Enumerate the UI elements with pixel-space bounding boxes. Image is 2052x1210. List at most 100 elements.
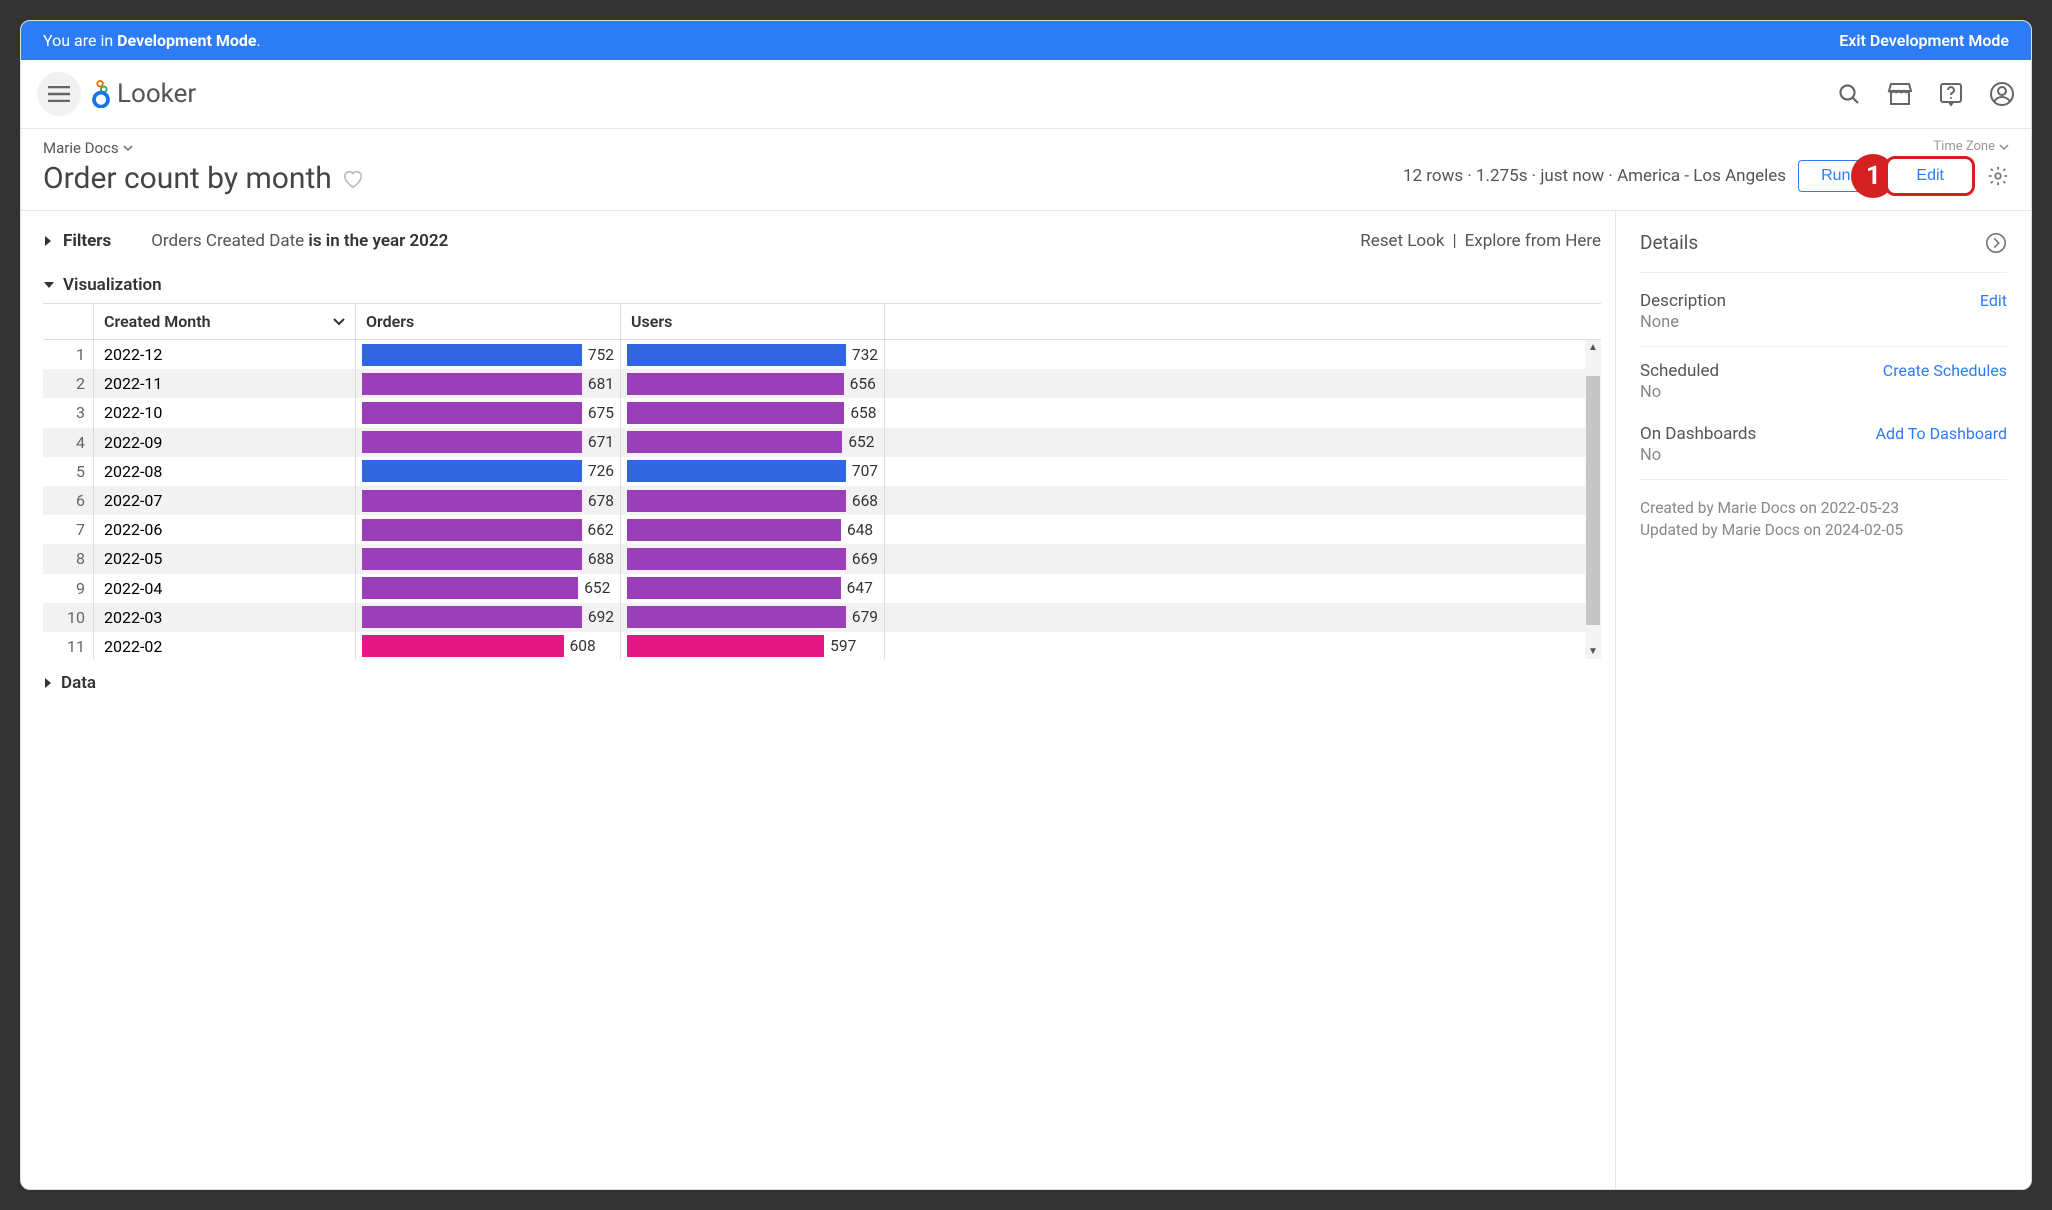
bar-value: 668 bbox=[852, 492, 878, 510]
table-row: 62022-07 678 668 bbox=[43, 486, 1601, 515]
bar bbox=[362, 606, 582, 628]
favorite-icon[interactable] bbox=[342, 169, 364, 189]
bar bbox=[362, 548, 582, 570]
created-by-text: Created by Marie Docs on 2022-05-23 bbox=[1640, 498, 2007, 520]
row-index: 3 bbox=[43, 398, 93, 427]
marketplace-icon[interactable] bbox=[1887, 82, 1913, 106]
bar bbox=[362, 431, 582, 453]
filters-row: Filters Orders Created Date is in the ye… bbox=[43, 231, 1601, 251]
scrollbar[interactable]: ▲ ▼ bbox=[1585, 340, 1601, 659]
scroll-up-arrow-icon[interactable]: ▲ bbox=[1586, 340, 1600, 355]
table-row: 42022-09 671 652 bbox=[43, 428, 1601, 457]
explore-from-here-link[interactable]: Explore from Here bbox=[1465, 231, 1601, 251]
bar-value: 675 bbox=[588, 404, 614, 422]
bar bbox=[627, 373, 844, 395]
scheduled-label: Scheduled bbox=[1640, 361, 1719, 381]
bar-value: 692 bbox=[588, 608, 614, 626]
row-index: 11 bbox=[43, 632, 93, 659]
details-label: Details bbox=[1640, 231, 1698, 254]
timezone-dropdown[interactable]: Time Zone bbox=[1933, 139, 2009, 154]
row-index: 5 bbox=[43, 457, 93, 486]
edit-button[interactable]: Edit bbox=[1885, 156, 1975, 196]
help-icon[interactable] bbox=[1939, 82, 1963, 106]
users-bar-cell: 647 bbox=[620, 574, 885, 603]
on-dashboards-label: On Dashboards bbox=[1640, 424, 1756, 444]
description-label: Description bbox=[1640, 291, 1726, 311]
row-index: 6 bbox=[43, 486, 93, 515]
bar bbox=[362, 490, 582, 512]
filters-label[interactable]: Filters bbox=[63, 231, 111, 251]
viz-header-row: Created Month Orders Users bbox=[43, 303, 1601, 339]
row-index: 9 bbox=[43, 574, 93, 603]
caret-right-icon bbox=[43, 677, 53, 689]
arrow-circle-right-icon[interactable] bbox=[1985, 232, 2007, 254]
orders-bar-cell: 678 bbox=[355, 486, 620, 515]
month-cell: 2022-02 bbox=[93, 632, 355, 659]
bar-value: 671 bbox=[588, 433, 614, 451]
description-value: None bbox=[1640, 313, 1726, 332]
month-cell: 2022-09 bbox=[93, 428, 355, 457]
column-header-month[interactable]: Created Month bbox=[93, 304, 355, 339]
reset-look-link[interactable]: Reset Look bbox=[1360, 231, 1444, 251]
bar-value: 652 bbox=[584, 579, 610, 597]
orders-bar-cell: 752 bbox=[355, 340, 620, 369]
users-bar-cell: 732 bbox=[620, 340, 885, 369]
users-bar-cell: 707 bbox=[620, 457, 885, 486]
chevron-down-icon[interactable] bbox=[333, 317, 345, 327]
table-row: 102022-03692679 bbox=[43, 603, 1601, 632]
create-schedules-link[interactable]: Create Schedules bbox=[1883, 361, 2007, 380]
scroll-down-arrow-icon[interactable]: ▼ bbox=[1586, 644, 1600, 659]
page-title: Order count by month bbox=[43, 161, 1391, 196]
search-icon[interactable] bbox=[1837, 82, 1861, 106]
bar bbox=[627, 635, 824, 657]
row-index: 2 bbox=[43, 369, 93, 398]
bar bbox=[627, 548, 846, 570]
filter-description: Orders Created Date is in the year 2022 bbox=[151, 231, 448, 251]
exit-dev-mode-link[interactable]: Exit Development Mode bbox=[1839, 31, 2009, 50]
bar-value: 678 bbox=[588, 492, 614, 510]
bar-value: 688 bbox=[588, 550, 614, 568]
column-header-users[interactable]: Users bbox=[620, 304, 885, 339]
main-panel: Filters Orders Created Date is in the ye… bbox=[21, 211, 1616, 1189]
table-row: 52022-08726707 bbox=[43, 457, 1601, 486]
main-menu-button[interactable] bbox=[37, 72, 81, 116]
month-cell: 2022-05 bbox=[93, 544, 355, 573]
bar-value: 679 bbox=[852, 608, 878, 626]
row-index: 8 bbox=[43, 544, 93, 573]
bar-value: 681 bbox=[588, 375, 614, 393]
bar-value: 597 bbox=[830, 637, 856, 655]
bar bbox=[362, 344, 582, 366]
bar-value: 732 bbox=[852, 346, 878, 364]
visualization-section-header[interactable]: Visualization bbox=[43, 275, 1601, 295]
caret-right-icon[interactable] bbox=[43, 235, 53, 247]
bar bbox=[627, 606, 846, 628]
data-section-header[interactable]: Data bbox=[43, 673, 1601, 693]
orders-bar-cell: 671 bbox=[355, 428, 620, 457]
bar bbox=[362, 402, 582, 424]
query-meta-text: 12 rows · 1.275s · just now · America - … bbox=[1403, 166, 1786, 186]
on-dashboards-value: No bbox=[1640, 446, 1756, 465]
bar-value: 658 bbox=[850, 404, 876, 422]
users-bar-cell: 652 bbox=[620, 428, 885, 457]
column-header-orders[interactable]: Orders bbox=[355, 304, 620, 339]
bar bbox=[362, 635, 564, 657]
add-to-dashboard-link[interactable]: Add To Dashboard bbox=[1876, 424, 2007, 443]
row-index: 4 bbox=[43, 428, 93, 457]
app-window: You are in Development Mode. Exit Develo… bbox=[20, 20, 2032, 1190]
bar bbox=[627, 577, 841, 599]
scroll-thumb[interactable] bbox=[1586, 376, 1600, 625]
month-cell: 2022-11 bbox=[93, 369, 355, 398]
edit-description-link[interactable]: Edit bbox=[1980, 291, 2007, 310]
month-cell: 2022-06 bbox=[93, 515, 355, 544]
month-cell: 2022-07 bbox=[93, 486, 355, 515]
settings-icon[interactable] bbox=[1987, 165, 2009, 187]
bar-value: 656 bbox=[850, 375, 876, 393]
users-bar-cell: 669 bbox=[620, 544, 885, 573]
bar bbox=[362, 519, 582, 541]
account-icon[interactable] bbox=[1989, 81, 2015, 107]
row-index: 10 bbox=[43, 603, 93, 632]
dev-mode-banner: You are in Development Mode. Exit Develo… bbox=[21, 21, 2031, 60]
breadcrumb[interactable]: Marie Docs bbox=[43, 139, 1391, 157]
table-row: 112022-02608597 bbox=[43, 632, 1601, 659]
table-row: 12022-12752732 bbox=[43, 340, 1601, 369]
